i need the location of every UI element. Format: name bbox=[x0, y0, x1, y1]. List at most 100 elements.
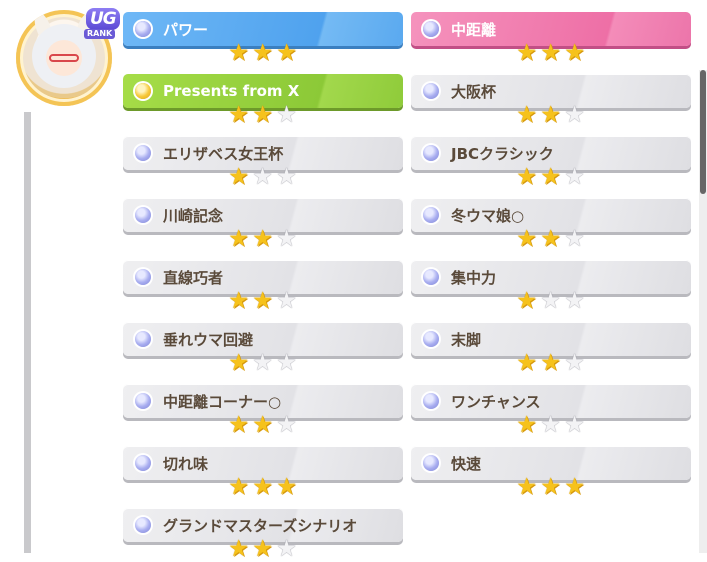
star-filled-icon: ★ bbox=[516, 412, 537, 438]
skill-orb-icon bbox=[423, 331, 439, 347]
skill-name: 中距離コーナー○ bbox=[163, 392, 282, 411]
skill-name: JBCクラシック bbox=[451, 144, 554, 163]
skill-star-rating: ★ ★ ★ bbox=[515, 226, 595, 252]
skill-name: グランドマスターズシナリオ bbox=[163, 516, 358, 535]
star-filled-icon: ★ bbox=[516, 164, 537, 190]
star-empty-icon: ★ bbox=[276, 164, 297, 190]
star-empty-icon: ★ bbox=[564, 288, 585, 314]
skill-orb-icon bbox=[423, 21, 439, 37]
skill-name: 中距離 bbox=[451, 20, 497, 39]
skill-name: ワンチャンス bbox=[451, 392, 541, 411]
skill-name: 切れ味 bbox=[163, 454, 209, 473]
skill-star-rating: ★ ★ ★ bbox=[227, 536, 307, 562]
skill-star-rating: ★ ★ ★ bbox=[227, 350, 307, 376]
star-empty-icon: ★ bbox=[252, 350, 273, 376]
star-empty-icon: ★ bbox=[540, 412, 561, 438]
star-empty-icon: ★ bbox=[564, 350, 585, 376]
skill-name: 垂れウマ回避 bbox=[163, 330, 254, 349]
skill-orb-icon bbox=[423, 455, 439, 471]
star-filled-icon: ★ bbox=[252, 536, 273, 562]
star-filled-icon: ★ bbox=[564, 474, 585, 500]
trainee-avatar[interactable]: UG RANK bbox=[14, 6, 120, 110]
star-filled-icon: ★ bbox=[276, 40, 297, 66]
rank-badge: UG RANK bbox=[80, 8, 120, 42]
scrollbar[interactable] bbox=[699, 70, 707, 553]
skill-star-rating: ★ ★ ★ bbox=[515, 40, 595, 66]
star-filled-icon: ★ bbox=[540, 40, 561, 66]
star-filled-icon: ★ bbox=[228, 288, 249, 314]
skill-name: 川崎記念 bbox=[163, 206, 224, 225]
star-empty-icon: ★ bbox=[564, 164, 585, 190]
star-empty-icon: ★ bbox=[564, 102, 585, 128]
star-filled-icon: ★ bbox=[252, 226, 273, 252]
star-filled-icon: ★ bbox=[252, 474, 273, 500]
skill-orb-icon bbox=[135, 21, 151, 37]
skill-orb-icon bbox=[135, 517, 151, 533]
star-filled-icon: ★ bbox=[228, 412, 249, 438]
skill-name: 直線巧者 bbox=[163, 268, 224, 287]
skill-orb-icon bbox=[423, 207, 439, 223]
star-filled-icon: ★ bbox=[540, 164, 561, 190]
skill-orb-icon bbox=[135, 455, 151, 471]
star-filled-icon: ★ bbox=[228, 40, 249, 66]
skill-name: Presents from X bbox=[163, 82, 300, 100]
star-empty-icon: ★ bbox=[276, 226, 297, 252]
skill-name: 冬ウマ娘○ bbox=[451, 206, 525, 225]
star-filled-icon: ★ bbox=[228, 536, 249, 562]
star-filled-icon: ★ bbox=[228, 474, 249, 500]
skill-orb-icon bbox=[423, 393, 439, 409]
skill-name: エリザベス女王杯 bbox=[163, 144, 284, 163]
skill-star-rating: ★ ★ ★ bbox=[227, 102, 307, 128]
star-filled-icon: ★ bbox=[540, 226, 561, 252]
skill-name: 末脚 bbox=[451, 330, 482, 349]
star-filled-icon: ★ bbox=[228, 102, 249, 128]
star-empty-icon: ★ bbox=[564, 226, 585, 252]
star-empty-icon: ★ bbox=[276, 288, 297, 314]
skill-star-rating: ★ ★ ★ bbox=[227, 226, 307, 252]
star-filled-icon: ★ bbox=[228, 226, 249, 252]
skill-star-rating: ★ ★ ★ bbox=[515, 288, 595, 314]
skill-star-rating: ★ ★ ★ bbox=[227, 164, 307, 190]
skill-star-rating: ★ ★ ★ bbox=[227, 412, 307, 438]
star-filled-icon: ★ bbox=[516, 102, 537, 128]
skill-orb-icon bbox=[423, 269, 439, 285]
skill-star-rating: ★ ★ ★ bbox=[515, 164, 595, 190]
star-filled-icon: ★ bbox=[252, 412, 273, 438]
star-filled-icon: ★ bbox=[516, 474, 537, 500]
rank-label: RANK bbox=[84, 29, 116, 39]
star-empty-icon: ★ bbox=[276, 350, 297, 376]
skill-name: 集中力 bbox=[451, 268, 497, 287]
skill-orb-icon bbox=[135, 83, 151, 99]
skill-orb-icon bbox=[135, 393, 151, 409]
star-filled-icon: ★ bbox=[540, 102, 561, 128]
star-filled-icon: ★ bbox=[516, 226, 537, 252]
left-rail bbox=[24, 112, 31, 553]
skill-star-rating: ★ ★ ★ bbox=[227, 474, 307, 500]
star-filled-icon: ★ bbox=[540, 350, 561, 376]
star-filled-icon: ★ bbox=[252, 40, 273, 66]
star-empty-icon: ★ bbox=[564, 412, 585, 438]
skill-name: 大阪杯 bbox=[451, 82, 497, 101]
skill-orb-icon bbox=[423, 145, 439, 161]
star-filled-icon: ★ bbox=[252, 102, 273, 128]
star-filled-icon: ★ bbox=[516, 40, 537, 66]
star-empty-icon: ★ bbox=[540, 288, 561, 314]
star-filled-icon: ★ bbox=[252, 288, 273, 314]
star-filled-icon: ★ bbox=[540, 474, 561, 500]
scrollbar-thumb[interactable] bbox=[700, 70, 706, 194]
skill-orb-icon bbox=[135, 145, 151, 161]
skill-name: 快速 bbox=[451, 454, 482, 473]
star-filled-icon: ★ bbox=[516, 350, 537, 376]
skill-star-rating: ★ ★ ★ bbox=[515, 350, 595, 376]
star-filled-icon: ★ bbox=[564, 40, 585, 66]
skill-star-rating: ★ ★ ★ bbox=[515, 102, 595, 128]
star-filled-icon: ★ bbox=[516, 288, 537, 314]
star-empty-icon: ★ bbox=[252, 164, 273, 190]
skill-star-rating: ★ ★ ★ bbox=[227, 40, 307, 66]
skill-orb-icon bbox=[135, 269, 151, 285]
skill-orb-icon bbox=[423, 83, 439, 99]
skill-star-rating: ★ ★ ★ bbox=[515, 474, 595, 500]
skill-orb-icon bbox=[135, 207, 151, 223]
star-empty-icon: ★ bbox=[276, 536, 297, 562]
skill-orb-icon bbox=[135, 331, 151, 347]
